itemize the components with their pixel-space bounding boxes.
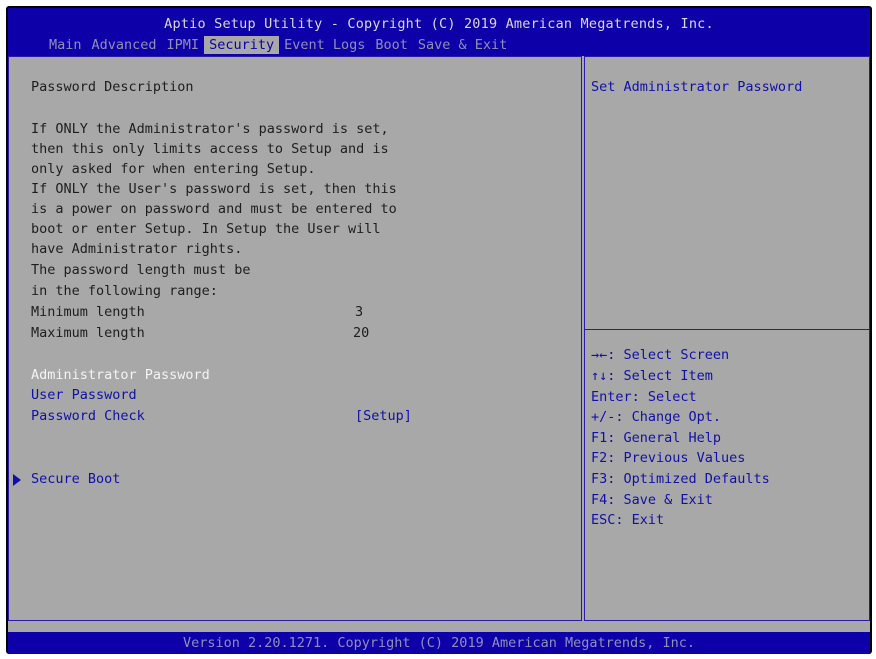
key-hint: ↑↓: Select Item <box>591 368 713 384</box>
description-line: then this only limits access to Setup an… <box>31 141 389 157</box>
password-check-label[interactable]: Password Check <box>31 408 145 424</box>
max-length-label: Maximum length <box>31 325 145 341</box>
tab-event-logs[interactable]: Event Logs <box>279 36 370 54</box>
main-area: Password Description If ONLY the Adminis… <box>8 56 870 632</box>
key-hint: Enter: Select <box>591 389 697 405</box>
tab-save-exit[interactable]: Save & Exit <box>413 36 512 54</box>
description-line: is a power on password and must be enter… <box>31 201 397 217</box>
help-text: Set Administrator Password <box>591 79 803 95</box>
description-line: in the following range: <box>31 283 218 299</box>
tab-security[interactable]: Security <box>204 36 280 54</box>
password-check-value[interactable]: [Setup] <box>355 408 412 424</box>
min-length-value: 3 <box>355 304 364 320</box>
tab-main[interactable]: Main <box>44 36 87 54</box>
bios-header: Aptio Setup Utility - Copyright (C) 2019… <box>8 8 870 56</box>
key-hint: F3: Optimized Defaults <box>591 471 770 487</box>
key-hint: ESC: Exit <box>591 512 665 528</box>
description-line: only asked for when entering Setup. <box>31 161 316 177</box>
min-length-label: Minimum length <box>31 304 145 320</box>
secure-boot-item[interactable]: Secure Boot <box>31 471 120 487</box>
password-description-heading: Password Description <box>31 79 194 95</box>
tab-ipmi[interactable]: IPMI <box>162 36 205 54</box>
description-line: have Administrator rights. <box>31 241 243 257</box>
description-line: If ONLY the Administrator's password is … <box>31 121 389 137</box>
settings-pane: Password Description If ONLY the Adminis… <box>8 56 582 621</box>
tab-bar: Main Advanced IPMI Security Event Logs B… <box>44 36 512 54</box>
footer-version: Version 2.20.1271. Copyright (C) 2019 Am… <box>8 632 870 654</box>
administrator-password-item[interactable]: Administrator Password <box>31 367 210 383</box>
description-line: If ONLY the User's password is set, then… <box>31 181 397 197</box>
key-hint: F2: Previous Values <box>591 450 746 466</box>
max-length-value: 20 <box>353 325 370 341</box>
description-line: The password length must be <box>31 262 251 278</box>
app-title: Aptio Setup Utility - Copyright (C) 2019… <box>164 16 714 32</box>
key-hint: F4: Save & Exit <box>591 492 713 508</box>
key-hint: →←: Select Screen <box>591 347 730 363</box>
submenu-arrow-icon <box>13 474 21 486</box>
description-line: boot or enter Setup. In Setup the User w… <box>31 221 381 237</box>
key-hint: +/-: Change Opt. <box>591 409 722 425</box>
tab-boot[interactable]: Boot <box>370 36 413 54</box>
tab-advanced[interactable]: Advanced <box>87 36 162 54</box>
key-hint: F1: General Help <box>591 430 722 446</box>
help-divider <box>585 329 869 330</box>
help-pane: Set Administrator Password →←: Select Sc… <box>584 56 870 621</box>
user-password-item[interactable]: User Password <box>31 387 137 403</box>
